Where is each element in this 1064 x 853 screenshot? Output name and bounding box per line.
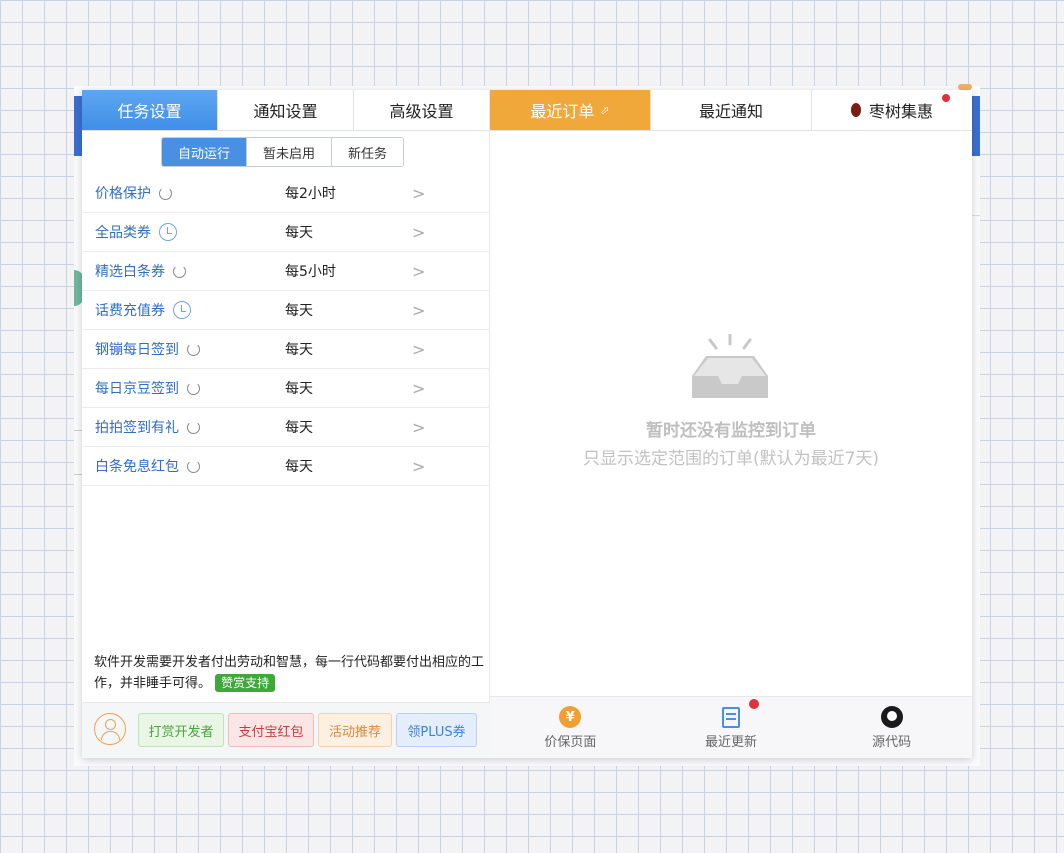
yen-icon: ¥ xyxy=(559,706,582,728)
task-filter-segment: 自动运行 暂未启用 新任务 xyxy=(161,137,405,167)
tab-notification-settings[interactable]: 通知设置 xyxy=(218,90,354,130)
task-frequency: 每天 xyxy=(285,303,313,319)
background-row-fragment xyxy=(74,430,82,475)
tab-jujube-deals[interactable]: 枣树集惠 xyxy=(812,90,972,130)
tip-developer-button[interactable]: 打赏开发者 xyxy=(138,713,224,747)
task-frequency: 每天 xyxy=(285,342,313,358)
task-frequency: 每天 xyxy=(285,420,313,436)
plus-coupon-button[interactable]: 领PLUS券 xyxy=(396,713,477,747)
clock-icon xyxy=(173,301,191,319)
task-row[interactable]: 每日京豆签到 每天 > xyxy=(82,369,490,408)
empty-state-title: 暂时还没有监控到订单 xyxy=(646,421,816,441)
notification-dot xyxy=(942,94,950,102)
external-link-icon: ⬀ xyxy=(600,103,610,117)
tab-recent-orders[interactable]: 最近订单 ⬀ xyxy=(490,90,651,130)
task-frequency: 每天 xyxy=(285,225,313,241)
github-icon xyxy=(880,706,903,728)
task-frequency: 每5小时 xyxy=(285,264,336,280)
task-frequency: 每天 xyxy=(285,381,313,397)
tab-advanced-settings[interactable]: 高级设置 xyxy=(354,90,489,130)
task-row[interactable]: 白条免息红包 每天 > xyxy=(82,447,490,486)
chevron-right-icon: > xyxy=(412,300,426,320)
background-header-left xyxy=(74,96,82,156)
refresh-icon xyxy=(187,459,200,473)
nav-source-code[interactable]: 源代码 xyxy=(811,697,972,758)
task-name: 话费充值券 xyxy=(95,303,165,319)
extension-popup: 任务设置 通知设置 高级设置 自动运行 暂未启用 新任务 价格保护 每2小时 >… xyxy=(82,90,972,758)
developer-note: 软件开发需要开发者付出劳动和智慧，每一行代码都要付出相应的工作，并非睡手可得。 … xyxy=(94,652,484,694)
task-name: 拍拍签到有礼 xyxy=(95,420,179,436)
right-panel: 最近订单 ⬀ 最近通知 枣树集惠 暂时还没有监控到订单 只显示选定范围的订单(默… xyxy=(490,90,972,758)
empty-inbox-icon xyxy=(692,334,768,398)
task-name: 精选白条券 xyxy=(95,264,165,280)
task-row[interactable]: 拍拍签到有礼 每天 > xyxy=(82,408,490,447)
tab-recent-notifications[interactable]: 最近通知 xyxy=(651,90,812,130)
segment-auto-run[interactable]: 自动运行 xyxy=(162,138,248,166)
reward-support-button[interactable]: 赞赏支持 xyxy=(215,674,276,692)
task-frequency: 每2小时 xyxy=(285,186,336,202)
bottom-navigation: ¥ 价保页面 最近更新 源代码 xyxy=(490,696,972,758)
chevron-right-icon: > xyxy=(412,339,426,359)
task-row[interactable]: 全品类券 每天 > xyxy=(82,213,490,252)
refresh-icon xyxy=(187,381,200,395)
promotions-button[interactable]: 活动推荐 xyxy=(318,713,392,747)
alipay-redpacket-button[interactable]: 支付宝红包 xyxy=(228,713,314,747)
bottom-action-bar: 打赏开发者 支付宝红包 活动推荐 领PLUS券 xyxy=(82,702,490,758)
refresh-icon xyxy=(173,264,186,278)
chevron-right-icon: > xyxy=(412,183,426,203)
refresh-icon xyxy=(187,420,200,434)
settings-tabs: 任务设置 通知设置 高级设置 xyxy=(82,90,489,131)
document-icon xyxy=(722,706,740,728)
task-name: 价格保护 xyxy=(95,186,151,202)
task-row[interactable]: 价格保护 每2小时 > xyxy=(82,174,490,213)
developer-note-text: 软件开发需要开发者付出劳动和智慧，每一行代码都要付出相应的工作，并非睡手可得。 xyxy=(94,655,485,691)
task-row[interactable]: 话费充值券 每天 > xyxy=(82,291,490,330)
refresh-icon xyxy=(187,342,200,356)
tab-task-settings[interactable]: 任务设置 xyxy=(82,90,218,130)
task-name: 白条免息红包 xyxy=(95,459,179,475)
jujube-icon xyxy=(850,103,861,117)
task-row[interactable]: 钢镚每日签到 每天 > xyxy=(82,330,490,369)
task-name: 全品类券 xyxy=(95,225,151,241)
orders-tabs: 最近订单 ⬀ 最近通知 枣树集惠 xyxy=(490,90,972,131)
task-row[interactable]: 精选白条券 每5小时 > xyxy=(82,252,490,291)
chevron-right-icon: > xyxy=(412,261,426,281)
clock-icon xyxy=(159,223,177,241)
task-frequency: 每天 xyxy=(285,459,313,475)
refresh-icon xyxy=(159,186,172,200)
task-name: 每日京豆签到 xyxy=(95,381,179,397)
task-name: 钢镚每日签到 xyxy=(95,342,179,358)
user-avatar-icon[interactable] xyxy=(94,713,126,745)
chevron-right-icon: > xyxy=(412,456,426,476)
nav-price-protection[interactable]: ¥ 价保页面 xyxy=(490,697,651,758)
nav-recent-updates[interactable]: 最近更新 xyxy=(651,697,812,758)
chevron-right-icon: > xyxy=(412,378,426,398)
left-panel: 任务设置 通知设置 高级设置 自动运行 暂未启用 新任务 价格保护 每2小时 >… xyxy=(82,90,490,758)
segment-disabled[interactable]: 暂未启用 xyxy=(247,138,333,166)
chevron-right-icon: > xyxy=(412,222,426,242)
task-list: 价格保护 每2小时 > 全品类券 每天 > 精选白条券 每5小时 > 话费充值券… xyxy=(82,174,490,486)
empty-state-subtitle: 只显示选定范围的订单(默认为最近7天) xyxy=(582,449,880,469)
update-badge xyxy=(748,699,759,709)
segment-new-task[interactable]: 新任务 xyxy=(332,138,404,166)
chevron-right-icon: > xyxy=(412,417,426,437)
